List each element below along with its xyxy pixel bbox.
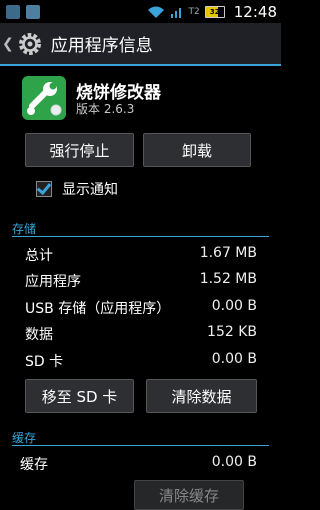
storage-value: 0.00 B (211, 298, 257, 314)
storage-label: USB 存储（应用程序） (25, 301, 171, 317)
status-bar: T2 32 12:48 (0, 0, 281, 23)
app-version: 版本 2.6.3 (76, 102, 135, 116)
cache-label: 缓存 (20, 457, 48, 473)
clear-data-button[interactable]: 清除数据 (146, 379, 257, 413)
storage-divider (12, 236, 269, 237)
notification-icon (26, 4, 40, 19)
cache-value: 0.00 B (211, 454, 257, 470)
storage-row-app: 应用程序 1.52 MB (25, 271, 257, 291)
move-to-sd-button[interactable]: 移至 SD 卡 (25, 379, 134, 413)
app-wrench-icon (22, 76, 66, 120)
storage-label: SD 卡 (25, 354, 64, 370)
show-notifications-checkbox[interactable] (36, 181, 52, 197)
storage-value: 152 KB (207, 324, 257, 340)
storage-row-total: 总计 1.67 MB (25, 245, 257, 265)
storage-value: 1.52 MB (199, 271, 257, 287)
cache-section-header: 缓存 (12, 431, 37, 445)
storage-label: 总计 (25, 248, 53, 264)
usb-icon (6, 4, 20, 19)
storage-section-header: 存储 (12, 222, 37, 236)
signal-icon (170, 7, 181, 18)
storage-label: 数据 (25, 327, 53, 343)
storage-row-data: 数据 152 KB (25, 324, 257, 344)
battery-icon: 32 (204, 5, 225, 18)
wifi-icon (147, 6, 164, 18)
uninstall-button[interactable]: 卸载 (143, 133, 251, 167)
storage-value: 1.67 MB (199, 245, 257, 261)
network-label: T2 (188, 6, 200, 17)
action-bar: ❮ 应用程序信息 (0, 23, 281, 66)
clear-cache-button[interactable]: 清除缓存 (134, 480, 244, 510)
page-title: 应用程序信息 (50, 36, 153, 56)
storage-row-usb: USB 存储（应用程序） 0.00 B (25, 298, 257, 318)
cache-row: 缓存 0.00 B (20, 454, 257, 474)
settings-gear-icon[interactable] (17, 31, 43, 57)
cache-divider (12, 445, 269, 446)
clock: 12:48 (233, 2, 277, 21)
show-notifications-label: 显示通知 (62, 182, 118, 198)
storage-label: 应用程序 (25, 274, 81, 290)
back-chevron-icon[interactable]: ❮ (2, 36, 14, 52)
storage-value: 0.00 B (211, 351, 257, 367)
force-stop-button[interactable]: 强行停止 (25, 133, 134, 167)
show-notifications-row[interactable]: 显示通知 (36, 179, 118, 199)
storage-row-sd: SD 卡 0.00 B (25, 351, 257, 371)
